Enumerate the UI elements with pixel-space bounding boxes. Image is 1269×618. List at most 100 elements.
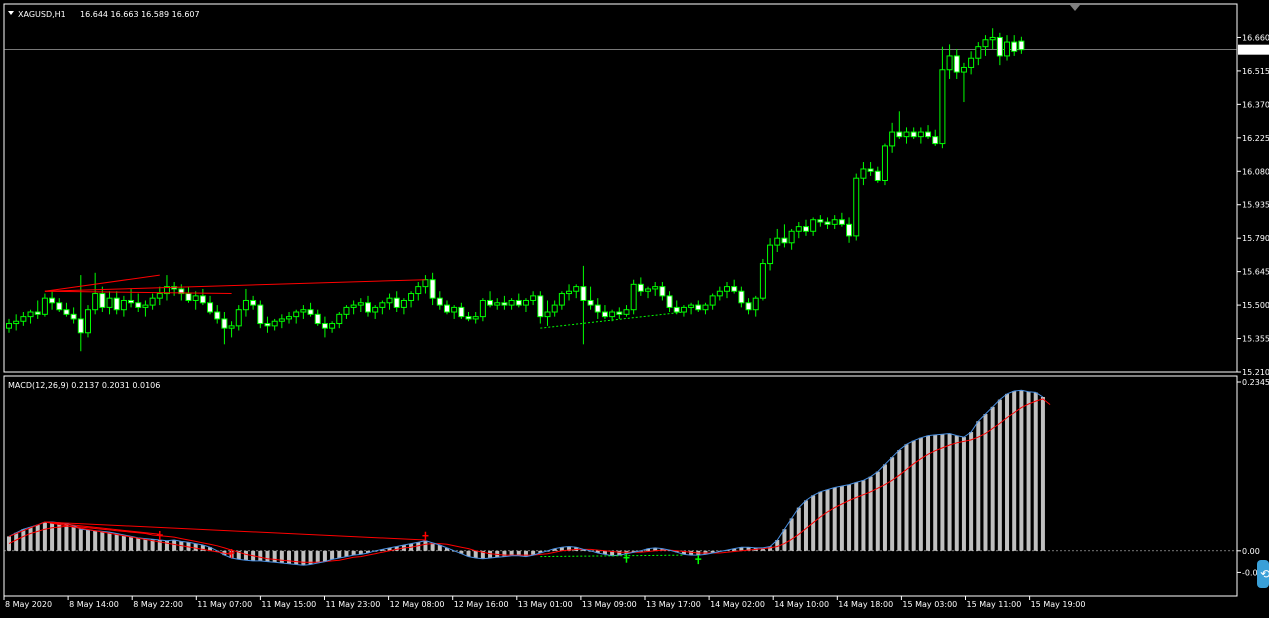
- time-tick-label: 14 May 10:00: [774, 600, 829, 609]
- candle-body: [92, 293, 99, 311]
- candle-body: [695, 304, 702, 311]
- current-price-label: 16.607: [1240, 46, 1268, 55]
- candle-body: [436, 297, 443, 306]
- macd-tick-label: 0.00: [1242, 547, 1260, 556]
- time-tick-label: 13 May 01:00: [518, 600, 573, 609]
- candle-body: [214, 311, 221, 320]
- candle-body: [738, 290, 745, 304]
- candle-body: [443, 304, 450, 313]
- candle-body: [501, 302, 508, 306]
- candle-body: [831, 219, 838, 225]
- candle-body: [874, 170, 881, 182]
- candle-body: [487, 299, 494, 306]
- macd-histogram-bar: [933, 434, 938, 551]
- macd-histogram-bar: [854, 482, 859, 551]
- candle-body: [221, 318, 228, 329]
- candle-body: [393, 297, 400, 308]
- candle-body: [537, 295, 544, 318]
- candle-body: [688, 304, 695, 308]
- macd-histogram-bar: [947, 433, 952, 551]
- candle-body: [673, 306, 680, 313]
- price-tick-label: 15.645: [1242, 268, 1269, 277]
- candle-body: [408, 293, 415, 301]
- candle-body: [257, 304, 264, 325]
- candle-body: [953, 55, 960, 73]
- macd-histogram-bar: [502, 550, 507, 557]
- macd-histogram-bar: [7, 536, 11, 551]
- candle-body: [307, 309, 314, 315]
- candle-body: [1011, 41, 1018, 52]
- macd-histogram-bar: [825, 489, 830, 551]
- macd-histogram-bar: [294, 550, 299, 565]
- time-tick-label: 13 May 17:00: [646, 600, 701, 609]
- candle-body: [881, 145, 888, 182]
- candle-body: [566, 290, 573, 295]
- ohlc-readout: 16.644 16.663 16.589 16.607: [80, 10, 200, 19]
- candle-body: [365, 302, 371, 313]
- candle-body: [508, 299, 515, 306]
- price-tick-label: 15.210: [1242, 368, 1269, 377]
- macd-histogram-bar: [121, 534, 126, 551]
- price-tick-label: 16.225: [1242, 134, 1269, 143]
- candle-body: [853, 177, 860, 237]
- macd-histogram-bar: [71, 525, 76, 551]
- macd-histogram-bar: [28, 527, 33, 551]
- candle-body: [135, 302, 142, 308]
- candle-body: [817, 219, 824, 223]
- macd-histogram-bar: [976, 421, 981, 551]
- macd-histogram-bar: [818, 491, 823, 551]
- price-tick-label: 16.370: [1242, 100, 1269, 109]
- candle-body: [56, 302, 63, 311]
- macd-histogram-bar: [911, 440, 916, 551]
- candle-body: [293, 311, 300, 318]
- candle-body: [415, 286, 422, 295]
- candle-body: [321, 323, 328, 329]
- candle-body: [932, 136, 939, 145]
- candle-body: [731, 286, 738, 292]
- candle-body: [587, 299, 594, 306]
- candle-body: [357, 302, 364, 306]
- scroll-button[interactable]: ⟲: [1257, 560, 1269, 588]
- candle-body: [846, 223, 853, 237]
- candle-body: [336, 313, 343, 325]
- candle-body: [207, 302, 214, 313]
- macd-histogram-bar: [969, 432, 974, 551]
- candle-body: [645, 288, 652, 292]
- macd-histogram-bar: [803, 500, 808, 551]
- macd-histogram-bar: [1026, 391, 1031, 551]
- macd-histogram-bar: [868, 476, 873, 551]
- candle-body: [350, 304, 357, 308]
- time-tick-label: 13 May 09:00: [582, 600, 637, 609]
- time-tick-label: 11 May 15:00: [261, 600, 316, 609]
- macd-histogram-bar: [136, 537, 141, 551]
- macd-histogram-bar: [488, 550, 493, 559]
- macd-histogram-bar: [954, 435, 959, 551]
- macd-histogram-bar: [1012, 390, 1017, 551]
- candle-body: [271, 320, 278, 327]
- candle-body: [702, 304, 709, 311]
- candle-body: [781, 237, 788, 244]
- macd-histogram-bar: [279, 550, 284, 564]
- candle-body: [128, 299, 135, 304]
- macd-histogram-bar: [42, 522, 47, 551]
- candle-body: [530, 295, 537, 301]
- candle-body: [889, 131, 896, 147]
- candle-body: [1004, 41, 1011, 57]
- chart-canvas[interactable]: 16.660 16.515 16.370 16.225 16.080 15.935 15.7…: [0, 0, 1269, 618]
- candle-body: [802, 226, 809, 232]
- macd-histogram-bar: [64, 523, 69, 551]
- candle-body: [752, 297, 759, 311]
- candle-body: [400, 299, 407, 308]
- candle-body: [838, 219, 845, 225]
- macd-histogram-bar: [926, 435, 931, 551]
- candle-body: [925, 131, 932, 138]
- candle-body: [27, 311, 34, 318]
- time-tick-label: 15 May 03:00: [902, 600, 957, 609]
- candle-body: [192, 295, 199, 301]
- candle-body: [34, 311, 41, 315]
- candle-body: [795, 226, 802, 232]
- time-tick-label: 11 May 23:00: [326, 600, 381, 609]
- macd-histogram-bar: [272, 550, 277, 563]
- candle-body: [896, 131, 903, 138]
- time-tick-label: 8 May 14:00: [69, 600, 119, 609]
